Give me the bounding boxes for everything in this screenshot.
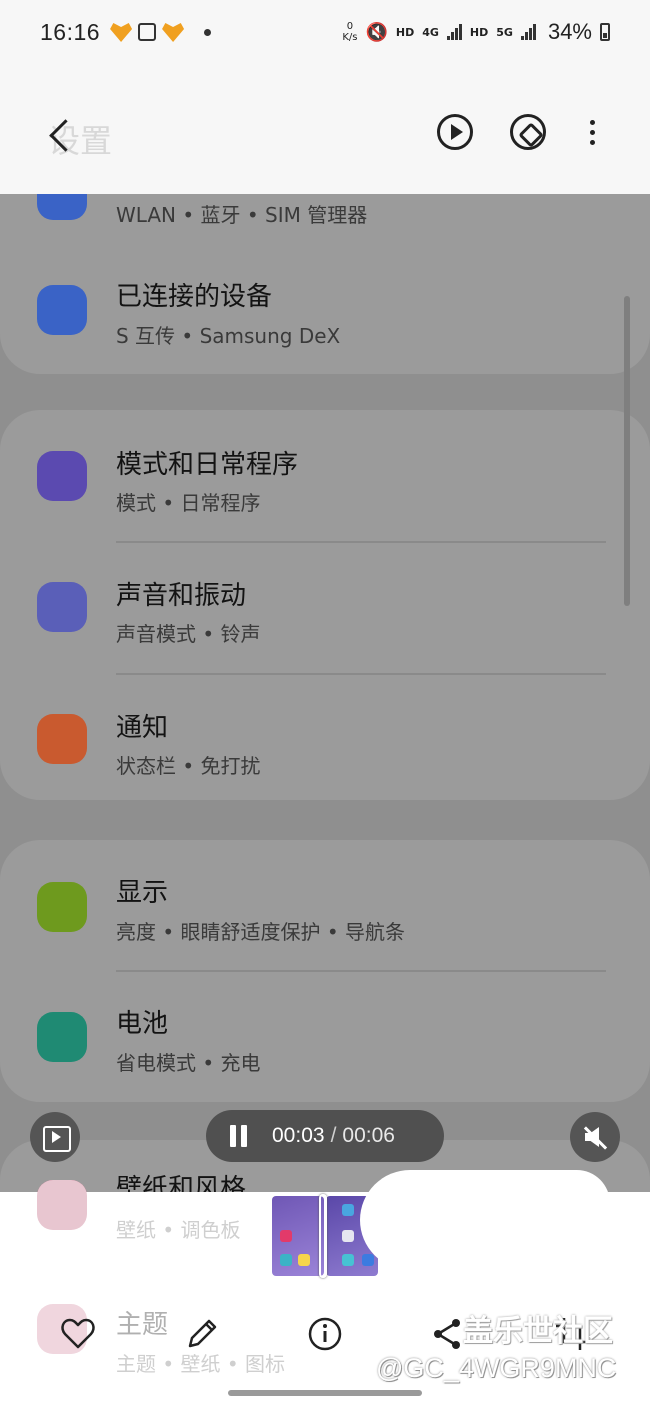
more-options-icon[interactable] [574, 114, 610, 150]
replay-video-icon[interactable] [437, 114, 473, 150]
row-subtitle: S 互传 • Samsung DeX [116, 324, 341, 348]
status-bar: 16:16 0 K/s 🔇 HD 4G HD 5G 34% [0, 0, 650, 64]
settings-row-notifications[interactable]: 通知 状态栏 • 免打扰 [0, 674, 650, 804]
battery-icon [600, 23, 610, 41]
back-button[interactable] [44, 116, 74, 156]
mute-status-icon: 🔇 [365, 21, 388, 43]
heart-notification-icon [162, 23, 185, 42]
status-time: 16:16 [40, 18, 101, 45]
settings-row-connected-devices[interactable]: 已连接的设备 S 互传 • Samsung DeX [0, 258, 650, 388]
signal-icon [520, 24, 536, 40]
wifi-icon [37, 194, 87, 220]
info-icon[interactable] [305, 1314, 345, 1354]
settings-row-battery[interactable]: 电池 省电模式 • 充电 [0, 971, 650, 1101]
row-title: 通知 [116, 713, 169, 743]
modes-check-icon [37, 451, 87, 501]
watermark-brand: 盖乐世社区 [463, 1314, 613, 1349]
hd-label: HD [469, 25, 489, 39]
settings-row-display[interactable]: 显示 亮度 • 眼睛舒适度保护 • 导航条 [0, 840, 650, 970]
sound-icon [37, 582, 87, 632]
row-title: 声音和振动 [116, 581, 247, 611]
status-left-icons [110, 22, 212, 42]
devices-icon [37, 285, 87, 335]
row-subtitle: 省电模式 • 充电 [116, 1051, 261, 1075]
row-subtitle: 模式 • 日常程序 [116, 491, 261, 515]
signal-icon [446, 24, 462, 40]
network-type-label: 5G [496, 25, 513, 39]
status-right-icons: 0 K/s 🔇 HD 4G HD 5G 34% [342, 19, 610, 45]
heart-notification-icon [110, 23, 133, 42]
brightness-icon [37, 882, 87, 932]
scrollbar[interactable] [624, 296, 630, 606]
wallpaper-icon [37, 1180, 87, 1230]
settings-list: WLAN • 蓝牙 • SIM 管理器 已连接的设备 S 互传 • Samsun… [0, 194, 650, 1192]
edit-pencil-icon[interactable] [182, 1314, 222, 1354]
row-subtitle: 状态栏 • 免打扰 [116, 754, 261, 778]
video-frame-thumbnail [272, 1196, 324, 1276]
current-time: 00:03 [272, 1124, 325, 1147]
row-title: 电池 [116, 1009, 169, 1039]
redacted-area [360, 1170, 610, 1270]
row-title: 显示 [116, 878, 169, 908]
row-title: 壁纸和风格 [116, 1174, 247, 1192]
row-subtitle: 壁纸 • 调色板 [116, 1218, 241, 1242]
app-header: 设置 [0, 64, 650, 194]
video-player-controls: 00:03 / 00:06 [206, 1110, 444, 1162]
time-separator: / [330, 1124, 337, 1147]
screenshot-capture-icon[interactable] [30, 1112, 80, 1162]
total-time: 00:06 [342, 1124, 395, 1147]
row-subtitle: 亮度 • 眼睛舒适度保护 • 导航条 [116, 920, 406, 944]
row-title: 主题 [116, 1310, 169, 1340]
filmstrip-playhead[interactable] [319, 1194, 327, 1278]
settings-row-sound[interactable]: 声音和振动 声音模式 • 铃声 [0, 542, 650, 672]
row-title: 已连接的设备 [116, 282, 273, 312]
watermark-user-id: @GC_4WGR9MNC [376, 1353, 617, 1383]
share-icon[interactable] [428, 1314, 468, 1354]
settings-row-modes[interactable]: 模式和日常程序 模式 • 日常程序 [0, 410, 650, 540]
home-indicator[interactable] [228, 1390, 422, 1396]
row-subtitle: WLAN • 蓝牙 • SIM 管理器 [116, 203, 368, 227]
battery-setting-icon [37, 1012, 87, 1062]
favorite-heart-icon[interactable] [58, 1314, 98, 1354]
more-notifications-dot-icon [204, 28, 212, 36]
rotate-screen-icon[interactable] [510, 114, 546, 150]
row-title: 模式和日常程序 [116, 450, 299, 480]
screen-record-icon [138, 23, 157, 41]
battery-percent: 34% [547, 19, 592, 44]
hd-label: HD [395, 25, 415, 39]
notification-icon [37, 714, 87, 764]
network-speed: 0 K/s [342, 21, 358, 43]
mute-icon[interactable] [570, 1112, 620, 1162]
row-subtitle: 声音模式 • 铃声 [116, 622, 261, 646]
pause-icon[interactable] [228, 1125, 250, 1147]
network-type-label: 4G [422, 25, 439, 39]
